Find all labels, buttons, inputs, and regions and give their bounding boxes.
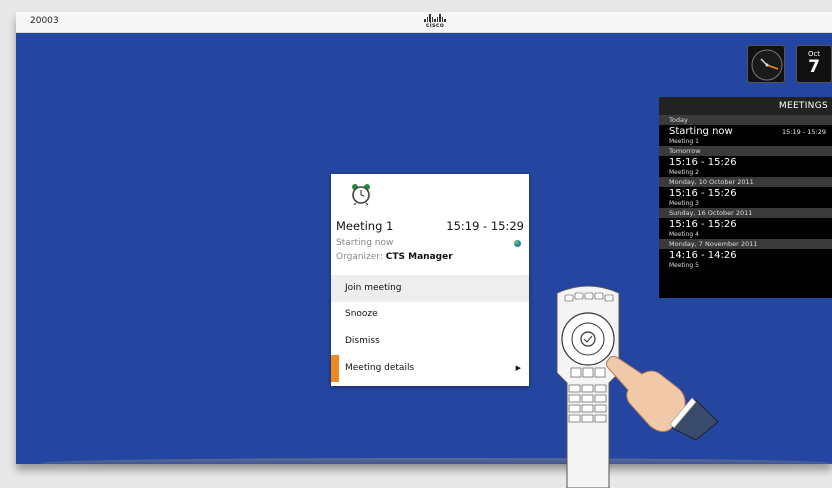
alarm-clock-icon bbox=[351, 183, 371, 206]
top-bar: 20003 cisco bbox=[16, 12, 832, 33]
organizer-label: Organizer: bbox=[336, 252, 383, 262]
cisco-logo: cisco bbox=[415, 14, 455, 32]
meeting-details-label: Meeting details bbox=[345, 363, 415, 373]
day-header: Sunday, 16 October 2011 bbox=[659, 208, 832, 218]
meeting-name: Meeting 4 bbox=[669, 231, 699, 238]
meeting-name: Meeting 1 bbox=[669, 138, 699, 145]
meeting-alert-dialog: Meeting 1 15:19 - 15:29 Starting now Org… bbox=[331, 174, 529, 386]
meeting-range: 15:19 - 15:29 bbox=[782, 128, 826, 136]
dialog-organizer: Organizer: CTS Manager bbox=[336, 252, 453, 262]
meeting-time: 15:16 - 15:26 bbox=[669, 157, 737, 168]
meeting-name: Meeting 5 bbox=[669, 262, 699, 269]
snooze-button[interactable]: Snooze bbox=[331, 301, 529, 328]
dismiss-button[interactable]: Dismiss bbox=[331, 328, 529, 355]
system-number: 20003 bbox=[30, 16, 59, 26]
screen-shadow bbox=[40, 458, 832, 468]
dialog-title: Meeting 1 bbox=[336, 219, 394, 233]
globe-icon bbox=[514, 240, 521, 247]
meeting-entry[interactable]: 15:16 - 15:26 Meeting 2 bbox=[659, 156, 832, 177]
calendar-icon: Oct 7 bbox=[796, 45, 832, 83]
meetings-panel: MEETINGS Today Starting now Meeting 1 15… bbox=[659, 97, 832, 298]
meeting-entry[interactable]: Starting now Meeting 1 15:19 - 15:29 bbox=[659, 125, 832, 146]
meeting-entry[interactable]: 14:16 - 14:26 Meeting 5 bbox=[659, 249, 832, 270]
day-header: Today bbox=[659, 115, 832, 125]
dialog-time: 15:19 - 15:29 bbox=[446, 219, 524, 233]
calendar-day: 7 bbox=[808, 57, 820, 77]
day-header: Tomorrow bbox=[659, 146, 832, 156]
meeting-time: 15:16 - 15:26 bbox=[669, 188, 737, 199]
meeting-time: 15:16 - 15:26 bbox=[669, 219, 737, 230]
join-meeting-button[interactable]: Join meeting bbox=[331, 275, 529, 302]
meeting-details-button[interactable]: Meeting details ▶ bbox=[331, 355, 529, 382]
day-header: Monday, 7 November 2011 bbox=[659, 239, 832, 249]
chevron-right-icon: ▶ bbox=[515, 364, 521, 372]
pointing-hand-icon bbox=[600, 340, 720, 441]
organizer-name: CTS Manager bbox=[385, 252, 453, 262]
meeting-entry[interactable]: 15:16 - 15:26 Meeting 4 bbox=[659, 218, 832, 239]
logo-text: cisco bbox=[425, 22, 445, 29]
clock-icon bbox=[747, 45, 785, 83]
meeting-entry[interactable]: 15:16 - 15:26 Meeting 3 bbox=[659, 187, 832, 208]
meeting-name: Meeting 2 bbox=[669, 169, 699, 176]
meeting-time: 14:16 - 14:26 bbox=[669, 250, 737, 261]
meetings-title: MEETINGS bbox=[659, 97, 832, 115]
join-meeting-label: Join meeting bbox=[345, 283, 402, 293]
snooze-label: Snooze bbox=[345, 309, 378, 319]
selection-accent bbox=[331, 355, 339, 382]
dialog-status: Starting now bbox=[336, 238, 394, 248]
dismiss-label: Dismiss bbox=[345, 336, 380, 346]
meeting-name: Meeting 3 bbox=[669, 200, 699, 207]
day-header: Monday, 10 October 2011 bbox=[659, 177, 832, 187]
